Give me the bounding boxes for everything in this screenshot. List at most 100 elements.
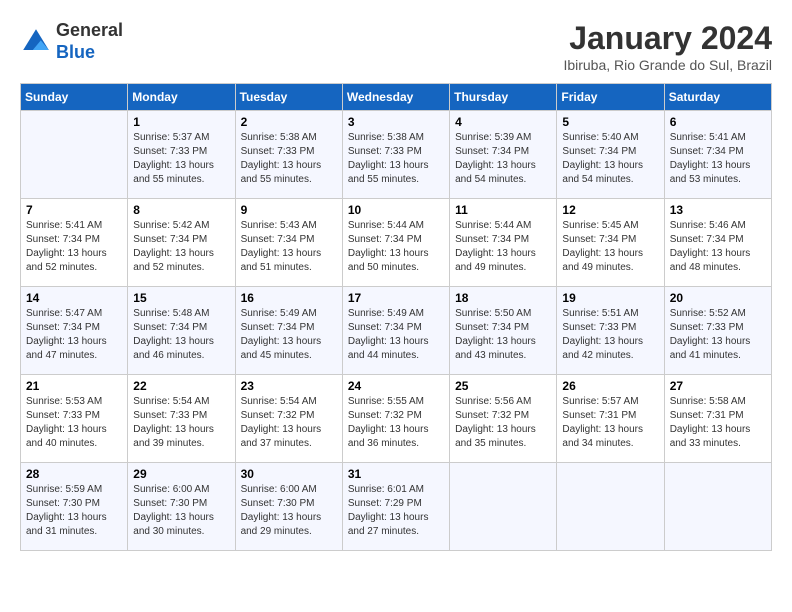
day-info: Sunrise: 5:41 AM Sunset: 7:34 PM Dayligh… (26, 219, 122, 275)
day-info: Sunrise: 5:46 AM Sunset: 7:34 PM Dayligh… (670, 219, 766, 275)
day-number: 7 (26, 203, 122, 217)
weekday-header: Friday (557, 84, 664, 111)
calendar-cell: 26 Sunrise: 5:57 AM Sunset: 7:31 PM Dayli… (557, 375, 664, 463)
calendar-week-row: 21 Sunrise: 5:53 AM Sunset: 7:33 PM Dayli… (21, 375, 772, 463)
calendar-cell: 4Sunrise: 5:39 AM Sunset: 7:34 PM Daylig… (450, 111, 557, 199)
calendar-cell (664, 463, 771, 551)
calendar-cell: 17 Sunrise: 5:49 AM Sunset: 7:34 PM Dayli… (342, 287, 449, 375)
calendar-cell: 9 Sunrise: 5:43 AM Sunset: 7:34 PM Daylig… (235, 199, 342, 287)
calendar-cell: 3 Sunrise: 5:38 AM Sunset: 7:33 PM Daylig… (342, 111, 449, 199)
day-number: 8 (133, 203, 229, 217)
calendar-cell: 5 Sunrise: 5:40 AM Sunset: 7:34 PM Daylig… (557, 111, 664, 199)
day-info: Sunrise: 5:44 AM Sunset: 7:34 PM Dayligh… (455, 219, 551, 275)
day-info: Sunrise: 5:53 AM Sunset: 7:33 PM Dayligh… (26, 395, 122, 451)
day-info: Sunrise: 5:40 AM Sunset: 7:34 PM Dayligh… (562, 131, 658, 187)
logo: General Blue (20, 20, 123, 63)
day-info: Sunrise: 5:39 AM Sunset: 7:34 PM Dayligh… (455, 131, 551, 187)
calendar-cell: 25 Sunrise: 5:56 AM Sunset: 7:32 PM Dayli… (450, 375, 557, 463)
weekday-header: Thursday (450, 84, 557, 111)
day-info: Sunrise: 5:47 AM Sunset: 7:34 PM Dayligh… (26, 307, 122, 363)
day-number: 11 (455, 203, 551, 217)
day-info: Sunrise: 5:50 AM Sunset: 7:34 PM Dayligh… (455, 307, 551, 363)
day-number: 25 (455, 379, 551, 393)
calendar-cell: 18 Sunrise: 5:50 AM Sunset: 7:34 PM Dayli… (450, 287, 557, 375)
calendar-cell: 6Sunrise: 5:41 AM Sunset: 7:34 PM Daylig… (664, 111, 771, 199)
calendar-week-row: 28Sunrise: 5:59 AM Sunset: 7:30 PM Dayli… (21, 463, 772, 551)
day-number: 26 (562, 379, 658, 393)
calendar-cell (557, 463, 664, 551)
day-number: 16 (241, 291, 337, 305)
day-info: Sunrise: 5:49 AM Sunset: 7:34 PM Dayligh… (348, 307, 444, 363)
day-info: Sunrise: 5:37 AM Sunset: 7:33 PM Dayligh… (133, 131, 229, 187)
location: Ibiruba, Rio Grande do Sul, Brazil (563, 57, 772, 73)
day-info: Sunrise: 5:42 AM Sunset: 7:34 PM Dayligh… (133, 219, 229, 275)
day-number: 10 (348, 203, 444, 217)
calendar-cell (450, 463, 557, 551)
day-number: 24 (348, 379, 444, 393)
day-info: Sunrise: 5:51 AM Sunset: 7:33 PM Dayligh… (562, 307, 658, 363)
weekday-header: Sunday (21, 84, 128, 111)
day-info: Sunrise: 5:44 AM Sunset: 7:34 PM Dayligh… (348, 219, 444, 275)
weekday-header: Tuesday (235, 84, 342, 111)
weekday-header: Wednesday (342, 84, 449, 111)
day-number: 1 (133, 115, 229, 129)
day-info: Sunrise: 5:54 AM Sunset: 7:32 PM Dayligh… (241, 395, 337, 451)
day-number: 15 (133, 291, 229, 305)
day-info: Sunrise: 5:59 AM Sunset: 7:30 PM Dayligh… (26, 483, 122, 539)
calendar-cell: 11 Sunrise: 5:44 AM Sunset: 7:34 PM Dayli… (450, 199, 557, 287)
calendar-cell: 15 Sunrise: 5:48 AM Sunset: 7:34 PM Dayli… (128, 287, 235, 375)
day-number: 19 (562, 291, 658, 305)
calendar-cell: 1 Sunrise: 5:37 AM Sunset: 7:33 PM Daylig… (128, 111, 235, 199)
logo-text: General Blue (56, 20, 123, 63)
day-info: Sunrise: 5:54 AM Sunset: 7:33 PM Dayligh… (133, 395, 229, 451)
day-number: 13 (670, 203, 766, 217)
calendar-cell: 13 Sunrise: 5:46 AM Sunset: 7:34 PM Dayli… (664, 199, 771, 287)
day-number: 14 (26, 291, 122, 305)
day-info: Sunrise: 5:38 AM Sunset: 7:33 PM Dayligh… (241, 131, 337, 187)
calendar-body: 1 Sunrise: 5:37 AM Sunset: 7:33 PM Daylig… (21, 111, 772, 551)
day-info: Sunrise: 5:41 AM Sunset: 7:34 PM Dayligh… (670, 131, 766, 187)
weekday-header: Monday (128, 84, 235, 111)
calendar-week-row: 1 Sunrise: 5:37 AM Sunset: 7:33 PM Daylig… (21, 111, 772, 199)
day-info: Sunrise: 5:38 AM Sunset: 7:33 PM Dayligh… (348, 131, 444, 187)
calendar-cell: 8 Sunrise: 5:42 AM Sunset: 7:34 PM Daylig… (128, 199, 235, 287)
day-number: 18 (455, 291, 551, 305)
day-info: Sunrise: 5:43 AM Sunset: 7:34 PM Dayligh… (241, 219, 337, 275)
logo-icon (20, 26, 52, 58)
day-info: Sunrise: 5:48 AM Sunset: 7:34 PM Dayligh… (133, 307, 229, 363)
day-number: 22 (133, 379, 229, 393)
calendar-table: SundayMondayTuesdayWednesdayThursdayFrid… (20, 83, 772, 551)
day-number: 27 (670, 379, 766, 393)
calendar-cell: 10 Sunrise: 5:44 AM Sunset: 7:34 PM Dayli… (342, 199, 449, 287)
calendar-cell (21, 111, 128, 199)
day-number: 3 (348, 115, 444, 129)
calendar-week-row: 7 Sunrise: 5:41 AM Sunset: 7:34 PM Daylig… (21, 199, 772, 287)
day-number: 31 (348, 467, 444, 481)
day-number: 23 (241, 379, 337, 393)
day-number: 12 (562, 203, 658, 217)
day-info: Sunrise: 5:58 AM Sunset: 7:31 PM Dayligh… (670, 395, 766, 451)
calendar-cell: 12Sunrise: 5:45 AM Sunset: 7:34 PM Dayli… (557, 199, 664, 287)
day-info: Sunrise: 5:52 AM Sunset: 7:33 PM Dayligh… (670, 307, 766, 363)
calendar-cell: 20 Sunrise: 5:52 AM Sunset: 7:33 PM Dayli… (664, 287, 771, 375)
weekday-header: Saturday (664, 84, 771, 111)
day-number: 5 (562, 115, 658, 129)
page-header: General Blue January 2024 Ibiruba, Rio G… (20, 20, 772, 73)
day-info: Sunrise: 5:56 AM Sunset: 7:32 PM Dayligh… (455, 395, 551, 451)
weekday-row: SundayMondayTuesdayWednesdayThursdayFrid… (21, 84, 772, 111)
calendar-cell: 7 Sunrise: 5:41 AM Sunset: 7:34 PM Daylig… (21, 199, 128, 287)
day-number: 29 (133, 467, 229, 481)
calendar-cell: 23 Sunrise: 5:54 AM Sunset: 7:32 PM Dayli… (235, 375, 342, 463)
day-number: 9 (241, 203, 337, 217)
day-info: Sunrise: 5:49 AM Sunset: 7:34 PM Dayligh… (241, 307, 337, 363)
calendar-cell: 30 Sunrise: 6:00 AM Sunset: 7:30 PM Dayli… (235, 463, 342, 551)
day-info: Sunrise: 6:00 AM Sunset: 7:30 PM Dayligh… (241, 483, 337, 539)
day-info: Sunrise: 5:57 AM Sunset: 7:31 PM Dayligh… (562, 395, 658, 451)
day-info: Sunrise: 6:00 AM Sunset: 7:30 PM Dayligh… (133, 483, 229, 539)
calendar-cell: 16 Sunrise: 5:49 AM Sunset: 7:34 PM Dayli… (235, 287, 342, 375)
day-number: 17 (348, 291, 444, 305)
day-number: 20 (670, 291, 766, 305)
calendar-cell: 22 Sunrise: 5:54 AM Sunset: 7:33 PM Dayli… (128, 375, 235, 463)
day-number: 30 (241, 467, 337, 481)
day-number: 21 (26, 379, 122, 393)
